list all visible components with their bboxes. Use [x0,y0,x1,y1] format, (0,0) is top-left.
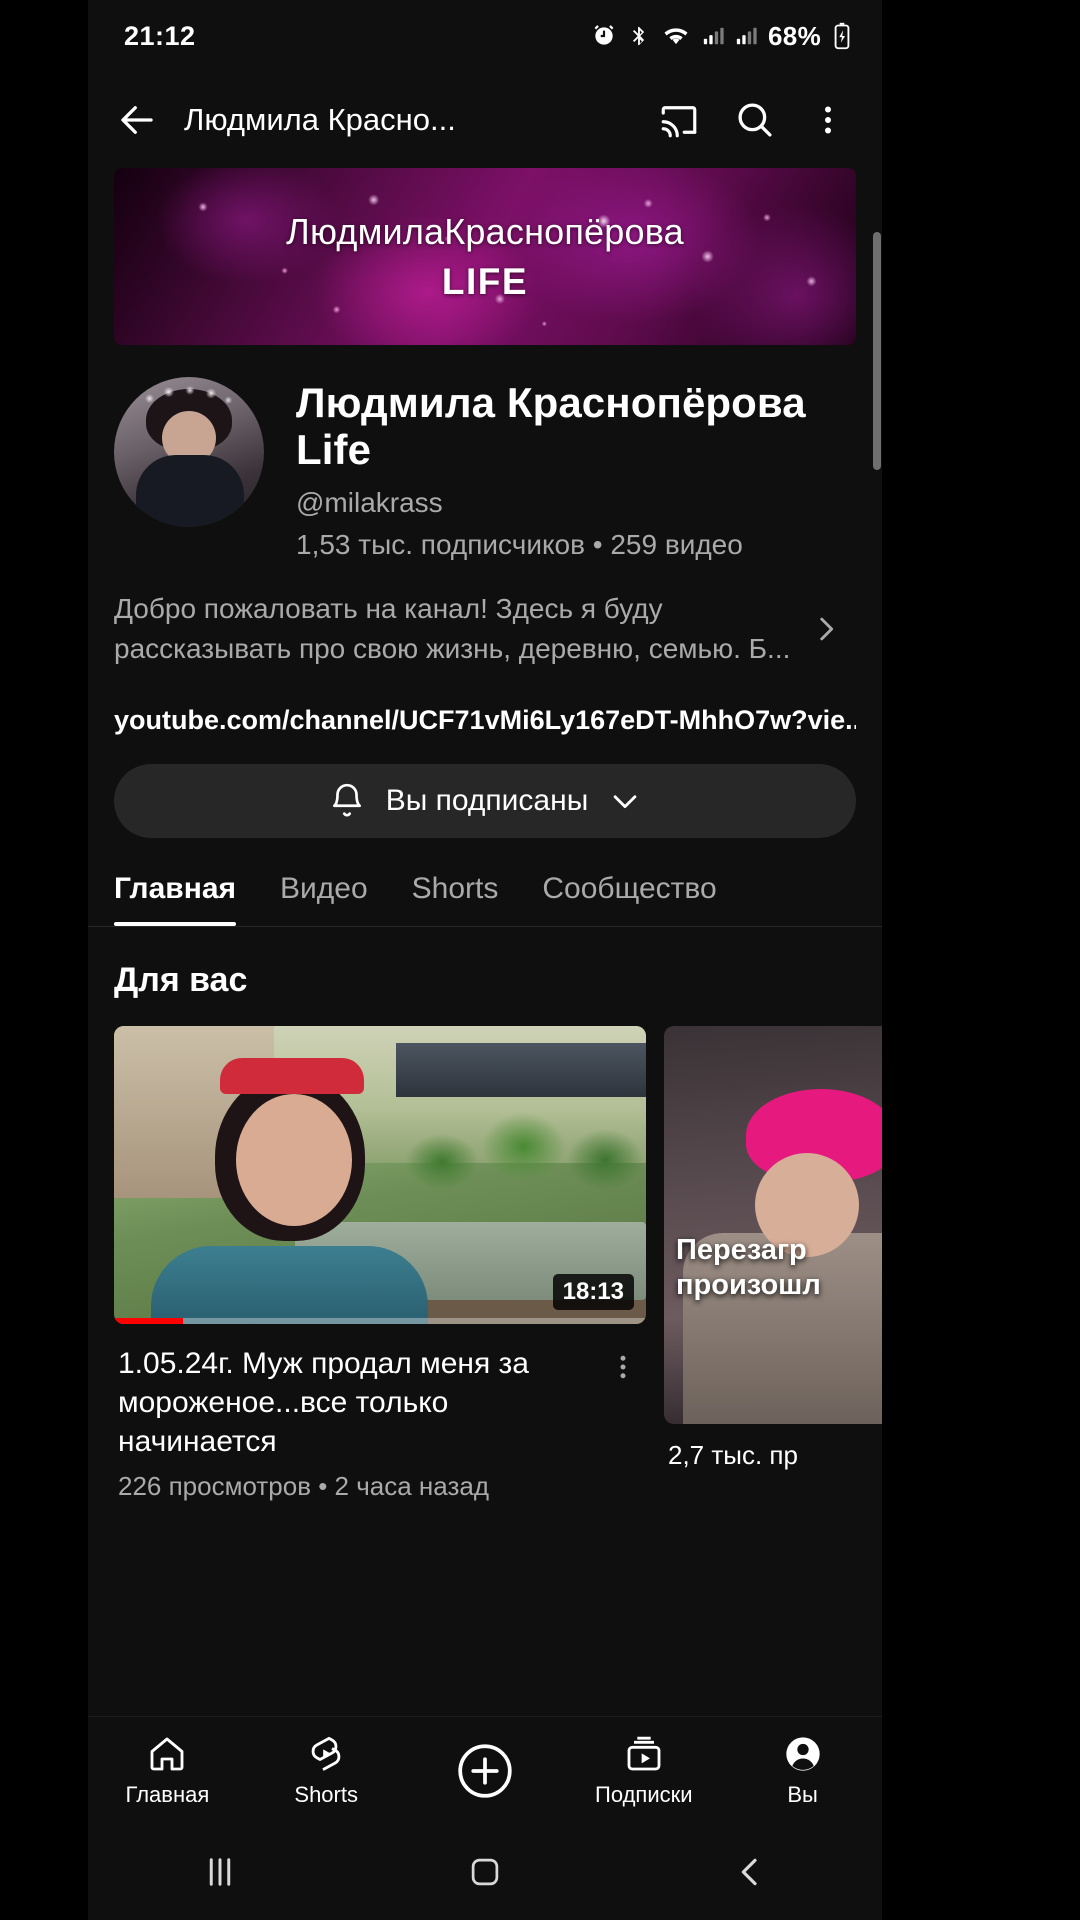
chevron-right-icon[interactable] [796,612,856,646]
video-more-vertical-icon[interactable] [600,1344,646,1502]
video-duration-badge: 18:13 [552,1273,634,1310]
bell-icon [328,782,366,820]
tab-home[interactable]: Главная [114,872,258,926]
video-thumbnail-partial[interactable]: Перезагр произошл [664,1025,882,1424]
nav-account-label: Вы [787,1781,818,1807]
app-bar: Людмила Красно... [88,72,882,168]
video-meta-text: 1.05.24г. Муж продал меня за мороженое..… [118,1344,600,1502]
status-bar-icons: 68% [591,21,852,52]
nav-shorts-label: Shorts [294,1781,358,1807]
nav-account[interactable]: Вы [723,1734,882,1808]
shelf-title: Для вас [114,960,248,999]
wifi-icon [661,23,691,49]
chevron-down-icon [608,784,642,818]
subscribed-button[interactable]: Вы подписаны [114,763,856,838]
channel-tabs: Главная Видео Shorts Сообщество [88,838,882,927]
back-arrow-icon[interactable] [116,99,158,141]
nav-subscriptions[interactable]: Подписки [564,1734,723,1808]
video-views-partial: 2,7 тыс. пр [668,1439,798,1470]
back-chevron-icon[interactable] [617,1852,882,1892]
banner-title-line2: LIFE [441,260,529,302]
alarm-icon [591,23,617,49]
video-shelf-row: 18:13 1.05.24г. Муж продал меня за морож… [88,1000,882,1502]
video-meta: 1.05.24г. Муж продал меня за мороженое..… [114,1324,646,1502]
phone-screen: 21:12 68% Людмила Красно... ЛюдмилаКрасн… [88,0,882,1920]
bluetooth-icon [628,23,650,49]
nav-shorts[interactable]: Shorts [247,1734,406,1808]
video-card[interactable]: 18:13 1.05.24г. Муж продал меня за морож… [114,1025,646,1502]
banner-title-line1: ЛюдмилаКраснопёрова [286,210,684,252]
video-thumbnail[interactable]: 18:13 [114,1025,646,1324]
thumb-person-torso [151,1246,428,1324]
status-bar-clock: 21:12 [124,20,196,51]
tab-videos[interactable]: Видео [258,872,390,926]
status-bar: 21:12 68% [88,0,882,72]
thumb-person-face [236,1094,353,1227]
channel-url: youtube.com/channel/UCF71vMi6Ly167eDT-Mh… [114,704,856,735]
video-subtitle: 226 просмотров • 2 часа назад [118,1470,490,1501]
video-card-partial[interactable]: Перезагр произошл 2,7 тыс. пр [664,1025,882,1502]
page-scrollbar[interactable] [873,232,881,470]
watch-progress-bar [114,1317,646,1324]
channel-header: Людмила Краснопёрова Life @milakrass 1,5… [88,345,882,561]
channel-description: Добро пожаловать на канал! Здесь я буду … [114,593,791,664]
bottom-navigation: Главная Shorts Подписки Вы [88,1716,882,1824]
channel-name: Людмила Краснопёрова Life [296,379,806,474]
thumbnail-overlay-title: Перезагр произошл [676,1233,821,1301]
nav-subscriptions-label: Подписки [595,1781,693,1807]
thumb-bushes [390,1091,646,1193]
android-system-nav [88,1824,882,1920]
channel-banner[interactable]: ЛюдмилаКраснопёрова LIFE [114,168,856,345]
channel-url-row[interactable]: youtube.com/channel/UCF71vMi6Ly167eDT-Mh… [88,669,882,736]
thumb-person-cap [220,1058,365,1095]
page-title: Людмила Красно... [184,102,456,137]
nav-home-label: Главная [125,1781,210,1807]
battery-percent-label: 68% [768,20,821,51]
subscribed-label: Вы подписаны [385,783,589,817]
avatar-flowers-shape [140,383,236,409]
nav-home[interactable]: Главная [88,1734,247,1808]
more-vertical-icon[interactable] [810,99,846,141]
battery-icon [832,22,852,50]
recents-icon[interactable] [88,1851,353,1893]
channel-handle: @milakrass [296,487,443,519]
nav-create[interactable] [406,1739,565,1803]
signal-icon-1 [702,24,724,48]
signal-icon-2 [735,24,757,48]
channel-info: Людмила Краснопёрова Life @milakrass 1,5… [296,377,856,561]
thumb-roof [395,1043,646,1098]
channel-description-row[interactable]: Добро пожаловать на канал! Здесь я буду … [88,561,882,669]
avatar-body-shape [136,455,244,527]
channel-banner-container: ЛюдмилаКраснопёрова LIFE [88,168,882,345]
home-square-icon[interactable] [353,1853,618,1891]
search-icon[interactable] [734,99,776,141]
subscribe-row: Вы подписаны [88,736,882,838]
video-title: 1.05.24г. Муж продал меня за мороженое..… [118,1346,529,1458]
tab-shorts[interactable]: Shorts [390,872,521,926]
tab-community[interactable]: Сообщество [520,872,738,926]
cast-icon[interactable] [658,99,700,141]
channel-stats: 1,53 тыс. подписчиков • 259 видео [296,529,743,561]
avatar[interactable] [114,377,264,527]
